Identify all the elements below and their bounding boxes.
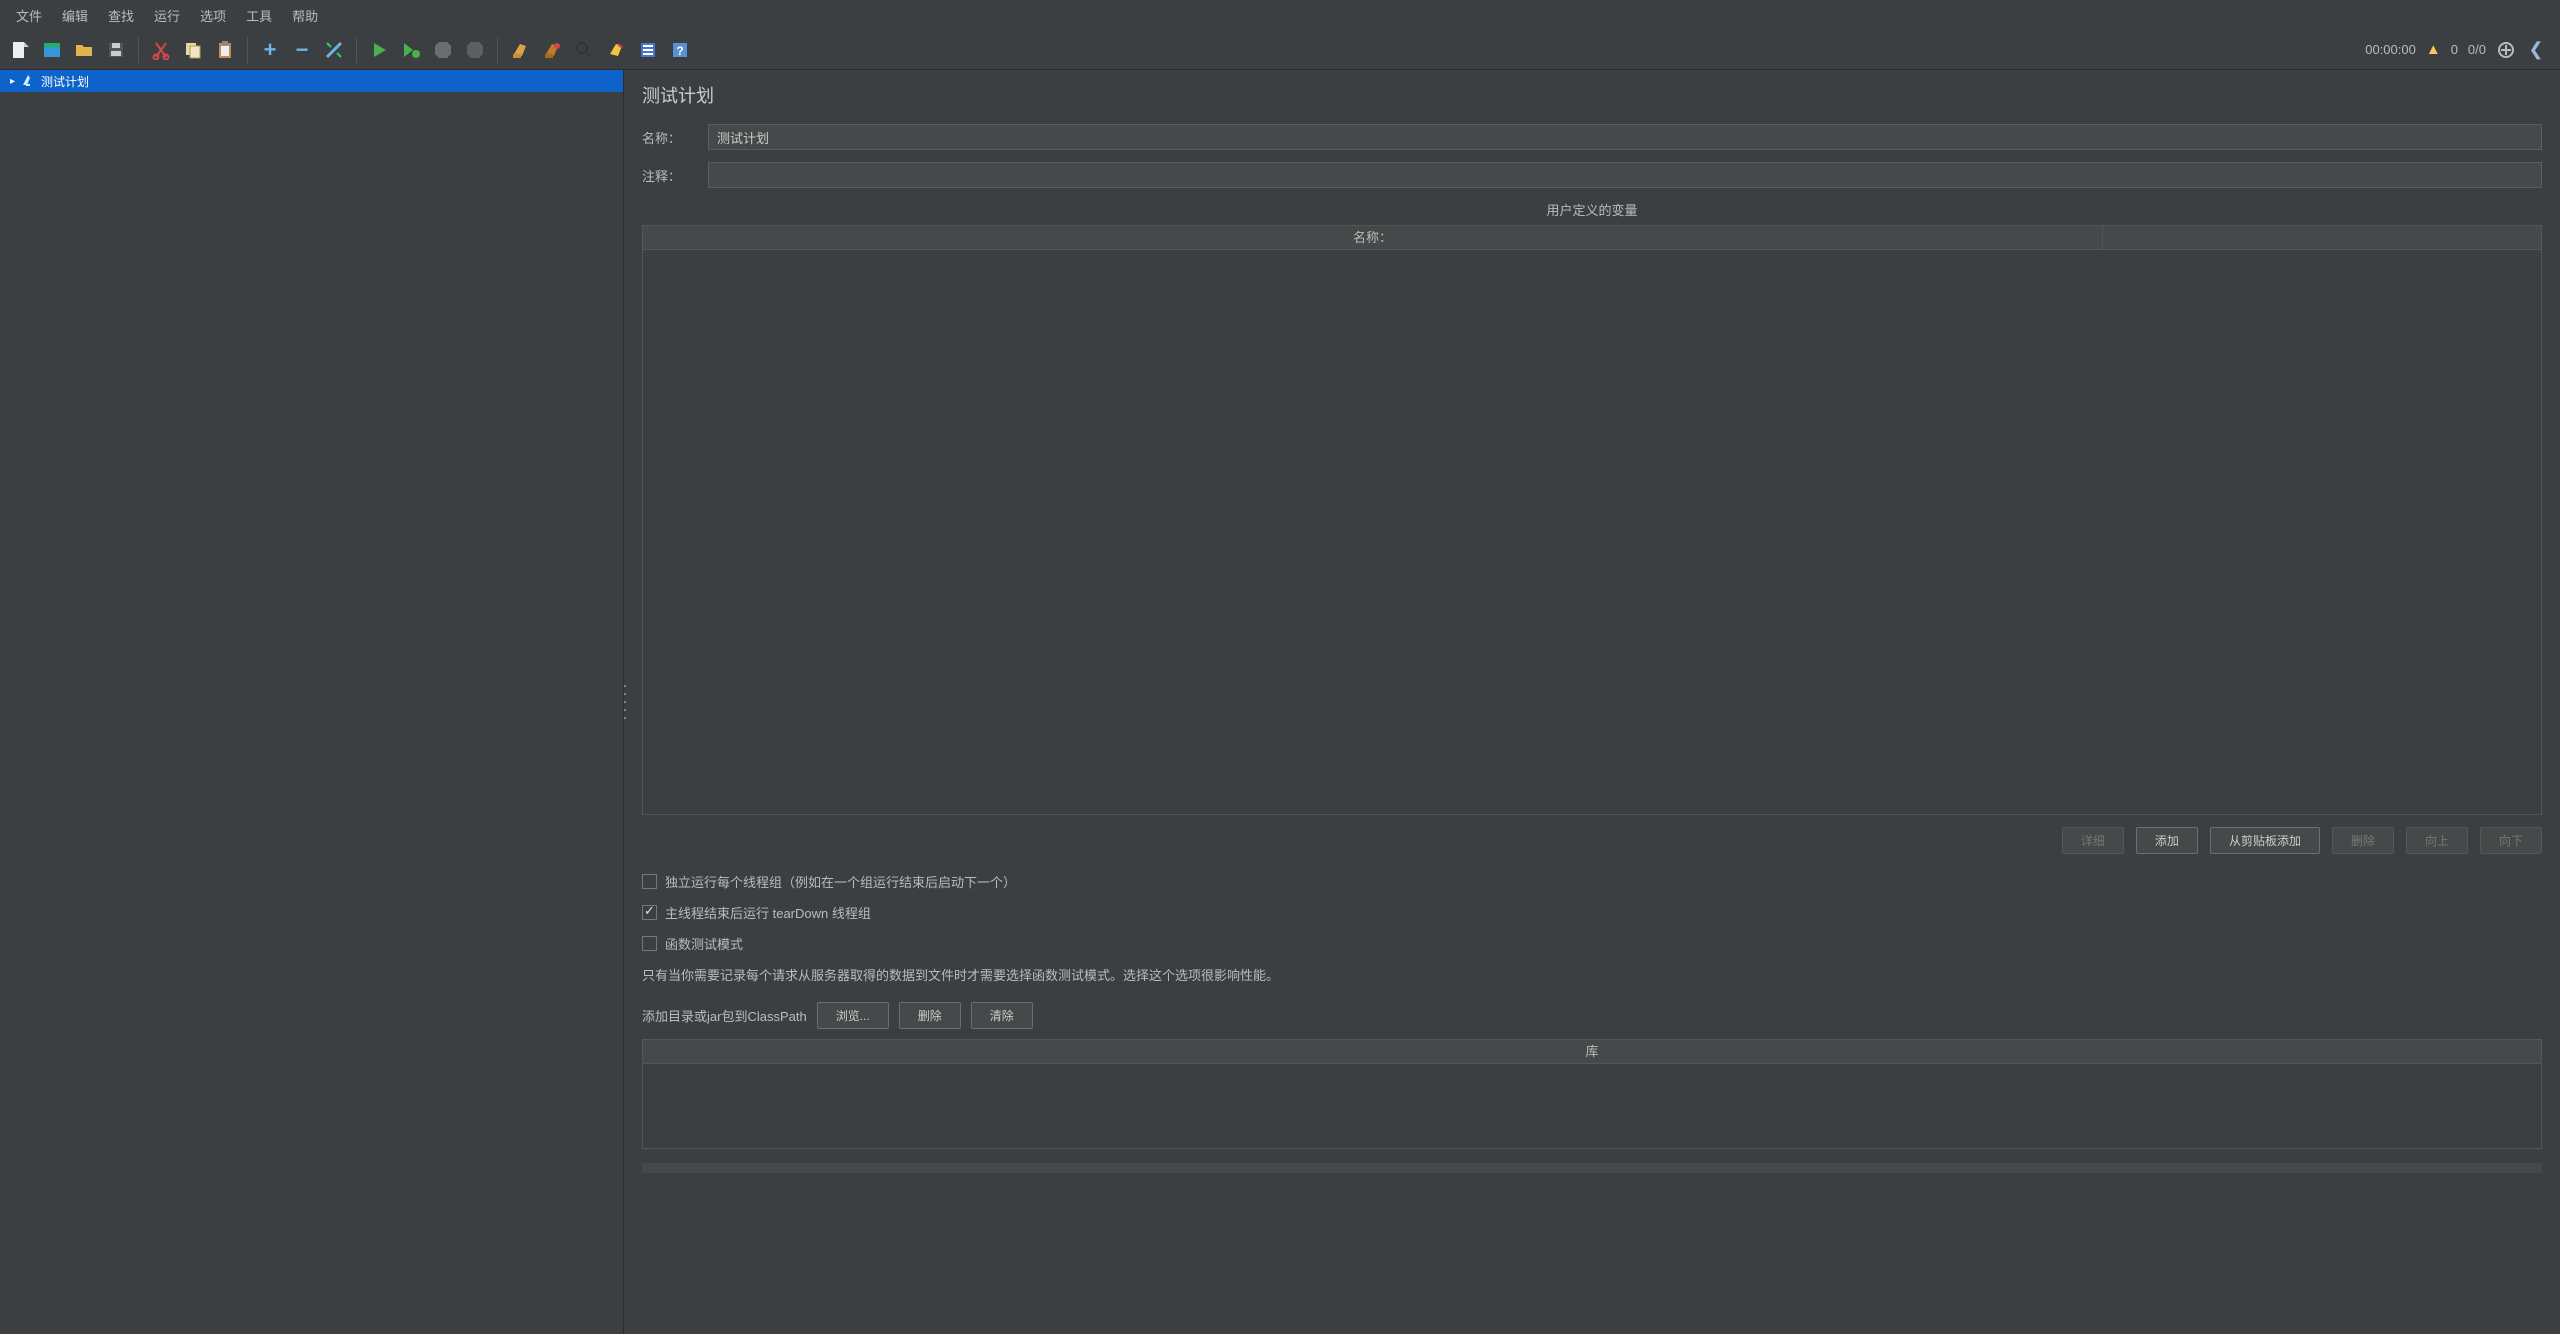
editor-panel: 测试计划 名称： 注释： 用户定义的变量 名称： 详细 添加 从剪贴板添加 删除…: [624, 70, 2560, 1334]
test-plan-icon: [21, 73, 35, 90]
cb-teardown-label: 主线程结束后运行 tearDown 线程组: [665, 903, 871, 922]
btn-add[interactable]: 添加: [2136, 827, 2198, 854]
cb-teardown[interactable]: [642, 905, 657, 920]
open-icon[interactable]: [70, 36, 98, 64]
vars-body[interactable]: [643, 250, 2541, 814]
lib-body[interactable]: [643, 1064, 2541, 1148]
lib-col-header[interactable]: 库: [643, 1040, 2541, 1064]
tree-toggle-icon[interactable]: ▸: [10, 76, 15, 87]
templates-icon[interactable]: [38, 36, 66, 64]
clear-all-icon[interactable]: [538, 36, 566, 64]
btn-browse[interactable]: 浏览...: [817, 1002, 889, 1029]
btn-delete: 删除: [2332, 827, 2394, 854]
warning-icon[interactable]: ▲: [2426, 41, 2441, 58]
new-file-icon[interactable]: [6, 36, 34, 64]
paste-icon[interactable]: [211, 36, 239, 64]
menu-file[interactable]: 文件: [6, 2, 52, 29]
toggle-icon[interactable]: [320, 36, 348, 64]
menu-search[interactable]: 查找: [98, 2, 144, 29]
menu-edit[interactable]: 编辑: [52, 2, 98, 29]
menu-tools[interactable]: 工具: [236, 2, 282, 29]
shutdown-icon[interactable]: [461, 36, 489, 64]
name-label: 名称：: [642, 128, 696, 147]
copy-icon[interactable]: [179, 36, 207, 64]
help-icon[interactable]: ?: [666, 36, 694, 64]
btn-clear-jar[interactable]: 清除: [971, 1002, 1033, 1029]
lib-table[interactable]: 库: [642, 1039, 2542, 1149]
btn-detail: 详细: [2062, 827, 2124, 854]
comment-label: 注释：: [642, 166, 696, 185]
stop-icon[interactable]: [429, 36, 457, 64]
plus-icon[interactable]: +: [256, 36, 284, 64]
classpath-label: 添加目录或jar包到ClassPath: [642, 1006, 807, 1025]
functional-mode-hint: 只有当你需要记录每个请求从服务器取得的数据到文件时才需要选择函数测试模式。选择这…: [642, 965, 2542, 984]
btn-down: 向下: [2480, 827, 2542, 854]
expand-icon[interactable]: [2496, 40, 2516, 60]
function-helper-icon[interactable]: [634, 36, 662, 64]
save-icon[interactable]: [102, 36, 130, 64]
clear-icon[interactable]: [506, 36, 534, 64]
menu-bar: 文件 编辑 查找 运行 选项 工具 帮助: [0, 0, 2560, 30]
cb-serial-label: 独立运行每个线程组（例如在一个组运行结束后启动下一个）: [665, 872, 1016, 891]
svg-text:?: ?: [676, 44, 683, 58]
panel-title: 测试计划: [642, 82, 2542, 108]
tree-root-label: 测试计划: [41, 73, 89, 90]
btn-up: 向上: [2406, 827, 2468, 854]
cb-serial-threadgroups[interactable]: [642, 874, 657, 889]
comment-input[interactable]: [708, 162, 2542, 188]
vars-table[interactable]: 名称：: [642, 225, 2542, 815]
test-tree[interactable]: ▸ 测试计划: [0, 70, 624, 1334]
menu-run[interactable]: 运行: [144, 2, 190, 29]
cut-icon[interactable]: [147, 36, 175, 64]
tree-root-node[interactable]: ▸ 测试计划: [0, 70, 623, 92]
warning-count: 0: [2451, 42, 2458, 57]
search-icon[interactable]: [570, 36, 598, 64]
bottom-strip: [642, 1163, 2542, 1173]
split-handle[interactable]: [622, 682, 628, 722]
btn-add-from-clipboard[interactable]: 从剪贴板添加: [2210, 827, 2320, 854]
reset-search-icon[interactable]: [602, 36, 630, 64]
name-input[interactable]: [708, 124, 2542, 150]
timer-label: 00:00:00: [2365, 42, 2416, 57]
thread-counter: 0/0: [2468, 42, 2486, 57]
vars-col-name[interactable]: 名称：: [643, 226, 2103, 249]
cb-functional-label: 函数测试模式: [665, 934, 743, 953]
vars-col-value[interactable]: [2103, 226, 2541, 249]
start-no-pause-icon[interactable]: [397, 36, 425, 64]
cb-functional-mode[interactable]: [642, 936, 657, 951]
menu-options[interactable]: 选项: [190, 2, 236, 29]
menu-help[interactable]: 帮助: [282, 2, 328, 29]
minus-icon[interactable]: −: [288, 36, 316, 64]
btn-delete-jar[interactable]: 删除: [899, 1002, 961, 1029]
feather-icon[interactable]: ❮: [2526, 40, 2546, 60]
vars-section-title: 用户定义的变量: [642, 200, 2542, 219]
toolbar: + − ? 00:00:00 ▲ 0 0/0 ❮: [0, 30, 2560, 70]
start-icon[interactable]: [365, 36, 393, 64]
